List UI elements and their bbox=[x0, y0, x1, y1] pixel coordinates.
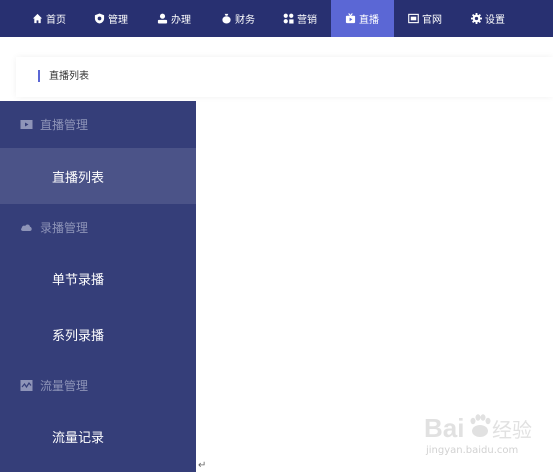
money-bag-icon bbox=[222, 13, 231, 24]
page-header-card: 直播列表 bbox=[16, 57, 553, 97]
nav-label: 直播 bbox=[359, 15, 379, 26]
sidebar-group-label: 直播管理 bbox=[40, 117, 89, 132]
nav-item-website[interactable]: 官网 bbox=[408, 0, 442, 37]
sidebar: 直播管理 直播列表 录播管理 单节录播 系列录播 流量管理 流量记录 bbox=[0, 101, 196, 472]
video-icon bbox=[20, 120, 33, 129]
sidebar-group-live-management[interactable]: 直播管理 bbox=[0, 101, 196, 147]
nav-label: 营销 bbox=[297, 15, 317, 26]
svg-text:经验: 经验 bbox=[492, 419, 532, 442]
nav-label: 办理 bbox=[171, 15, 191, 26]
nav-item-settings[interactable]: 设置 bbox=[471, 0, 505, 37]
gear-icon bbox=[471, 13, 482, 24]
nav-label: 设置 bbox=[485, 15, 505, 26]
sidebar-item-label: 流量记录 bbox=[52, 430, 105, 446]
cloud-icon bbox=[21, 224, 32, 231]
sidebar-item-live-list[interactable]: 直播列表 bbox=[0, 148, 196, 204]
sidebar-item-label: 单节录播 bbox=[52, 272, 105, 288]
live-icon bbox=[345, 13, 356, 24]
nav-label: 官网 bbox=[422, 15, 442, 26]
baidu-jingyan-watermark: Bai 经验 jingyan.baidu.com bbox=[424, 409, 534, 459]
sidebar-item-label: 直播列表 bbox=[52, 170, 105, 186]
marketing-icon bbox=[283, 13, 294, 24]
sidebar-group-traffic-management[interactable]: 流量管理 bbox=[0, 362, 196, 408]
title-accent-bar bbox=[38, 70, 40, 82]
user-icon bbox=[157, 13, 168, 24]
page-title: 直播列表 bbox=[49, 71, 89, 82]
sidebar-item-traffic-records[interactable]: 流量记录 bbox=[0, 408, 196, 464]
nav-item-marketing[interactable]: 营销 bbox=[283, 0, 317, 37]
return-mark: ↵ bbox=[198, 460, 207, 471]
sidebar-group-label: 流量管理 bbox=[40, 378, 89, 393]
nav-label: 管理 bbox=[108, 15, 128, 26]
sidebar-item-label: 系列录播 bbox=[52, 328, 105, 344]
nav-item-finance[interactable]: 财务 bbox=[221, 0, 255, 37]
sidebar-item-single-recording[interactable]: 单节录播 bbox=[0, 250, 196, 306]
website-icon bbox=[408, 13, 419, 24]
top-navigation: 首页 管理 办理 财务 营销 直播 官网 设置 bbox=[0, 0, 553, 37]
shield-icon bbox=[94, 13, 105, 24]
traffic-icon bbox=[20, 380, 33, 391]
svg-text:Bai: Bai bbox=[424, 413, 464, 443]
nav-label: 首页 bbox=[46, 15, 66, 26]
sidebar-group-recording-management[interactable]: 录播管理 bbox=[0, 204, 196, 250]
watermark-url: jingyan.baidu.com bbox=[426, 445, 519, 456]
home-icon bbox=[32, 13, 43, 24]
nav-item-live[interactable]: 直播 bbox=[331, 0, 394, 37]
nav-label: 财务 bbox=[235, 15, 255, 26]
nav-item-handle[interactable]: 办理 bbox=[157, 0, 191, 37]
baidu-logo: Bai 经验 bbox=[424, 413, 532, 443]
sidebar-item-series-recording[interactable]: 系列录播 bbox=[0, 306, 196, 362]
nav-item-manage[interactable]: 管理 bbox=[94, 0, 128, 37]
nav-item-home[interactable]: 首页 bbox=[32, 0, 66, 37]
sidebar-group-label: 录播管理 bbox=[40, 220, 89, 235]
